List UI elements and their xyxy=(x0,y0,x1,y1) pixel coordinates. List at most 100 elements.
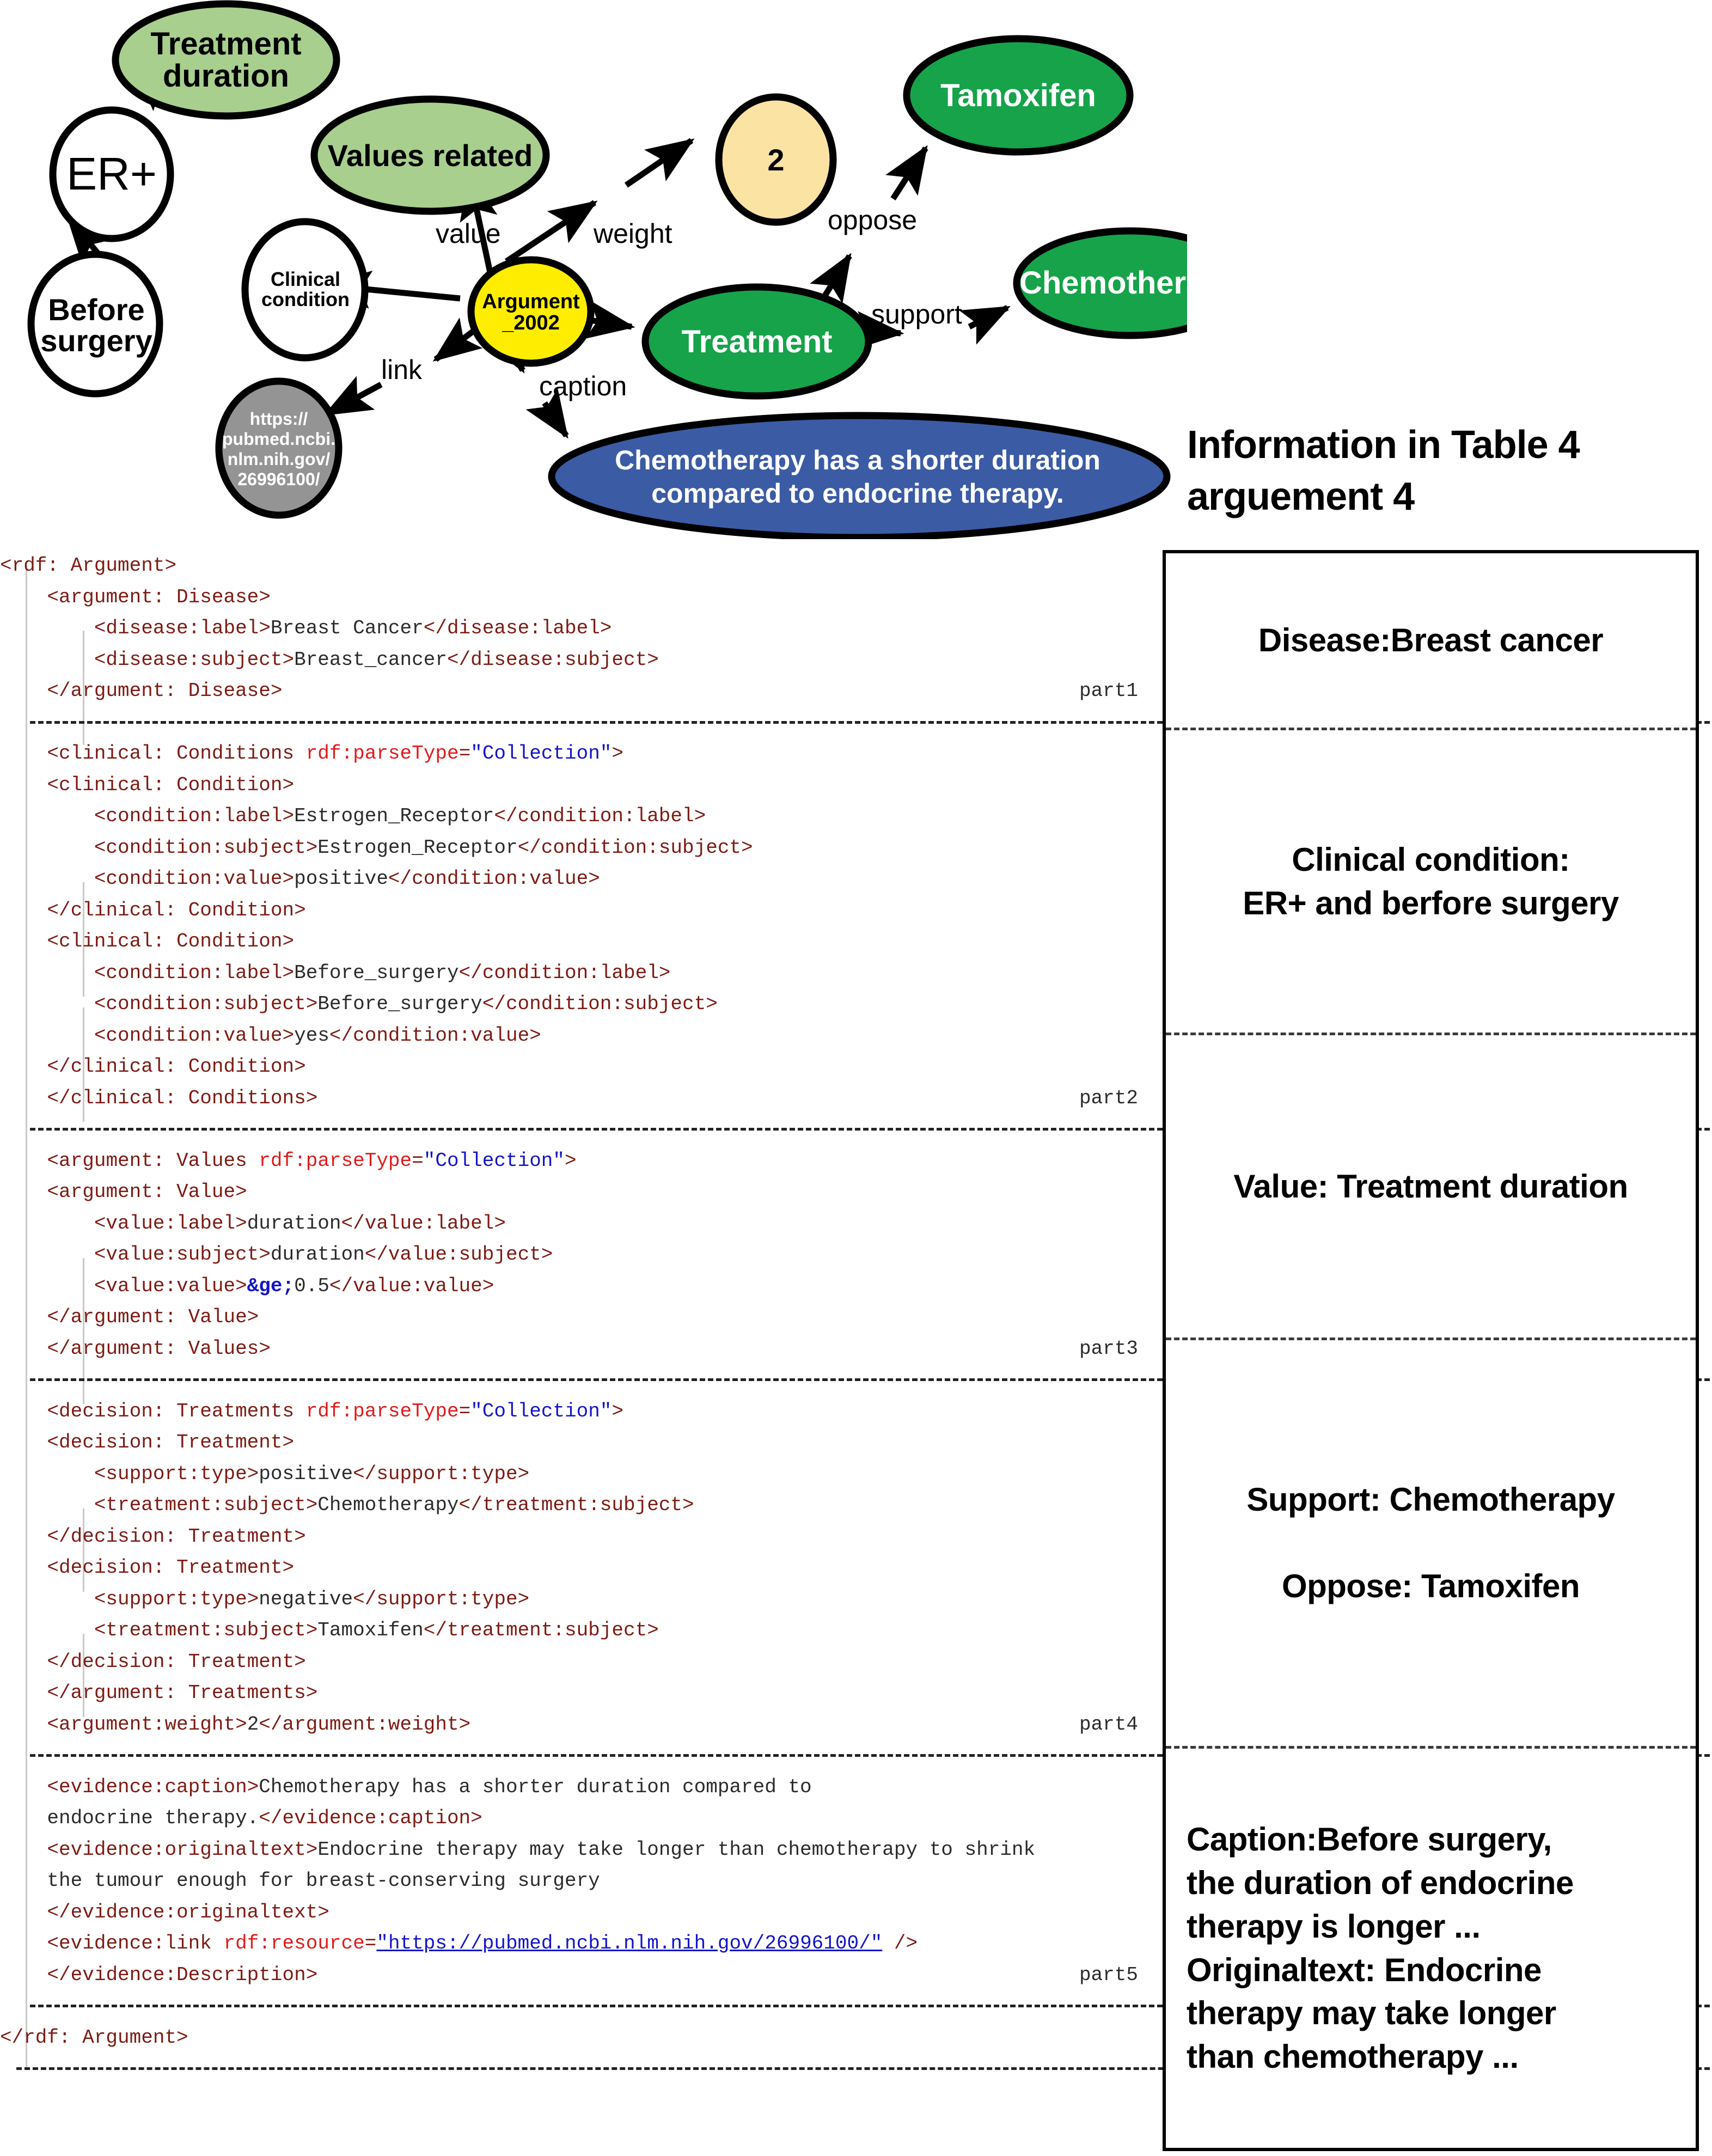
panel-row-line xyxy=(1426,1522,1435,1565)
code-line: </evidence:Description> part5 xyxy=(0,1959,1154,1991)
code-line: the tumour enough for breast-conserving … xyxy=(47,1870,600,1892)
code-section-divider xyxy=(0,1114,1710,1145)
node-before-surgery[interactable] xyxy=(27,251,163,398)
edge-label-value: value xyxy=(436,218,501,249)
node-treatment-duration[interactable] xyxy=(112,0,340,120)
code-line: <clinical: Condition> xyxy=(47,773,295,796)
code-part-label: part2 xyxy=(1079,1086,1138,1109)
graph-canvas xyxy=(27,0,1187,539)
panel-row-line: Disease:Breast cancer xyxy=(1258,622,1604,659)
code-section-divider xyxy=(0,2053,1710,2085)
code-line: <argument:weight>2</argument:weight> part… xyxy=(0,1709,1154,1740)
panel-row-line: Clinical condition: xyxy=(1292,841,1570,878)
code-line: </decision: Treatment> xyxy=(47,1525,306,1548)
panel-row-line: Value: Treatment duration xyxy=(1233,1168,1628,1205)
node-caption[interactable] xyxy=(548,412,1171,539)
panel-row-line: therapy is longer ... xyxy=(1187,1908,1481,1945)
node-pubmed-link[interactable] xyxy=(215,377,343,519)
code-line: <clinical: Conditions rdf:parseType="Col… xyxy=(47,742,624,765)
code-line: <evidence:link rdf:resource="https://pub… xyxy=(47,1932,918,1955)
code-line: endocrine therapy.</evidence:caption> xyxy=(47,1807,482,1829)
figure-title: Information in Table 4 arguement 4 xyxy=(1187,419,1704,523)
code-line: </argument: Treatments> xyxy=(47,1682,318,1704)
code-line: </argument: Value> xyxy=(47,1306,259,1328)
code-line: <evidence:originaltext>Endocrine therapy… xyxy=(47,1838,1036,1861)
code-line: <condition:value>yes</condition:value> xyxy=(94,1024,541,1047)
code-line: <rdf: Argument> xyxy=(0,554,177,577)
code-line: <argument: Value> xyxy=(47,1181,247,1203)
code-line: <decision: Treatments rdf:parseType="Col… xyxy=(47,1400,624,1422)
argument-graph: Treatment duration Values related ER+ Be… xyxy=(0,0,1240,539)
node-weight-value[interactable] xyxy=(715,93,837,226)
panel-row-line: Support: Chemotherapy xyxy=(1246,1481,1615,1518)
graph-edges xyxy=(61,64,1011,439)
code-line: <disease:label>Breast Cancer</disease:la… xyxy=(94,617,612,639)
code-line: <support:type>positive</support:type> xyxy=(94,1462,530,1485)
code-line: </evidence:originaltext> xyxy=(47,1901,329,1923)
figure-root: Treatment duration Values related ER+ Be… xyxy=(0,0,1712,2156)
panel-row-line: the duration of endocrine xyxy=(1187,1864,1574,1901)
node-tamoxifen[interactable] xyxy=(903,35,1134,156)
panel-row-line: ER+ and berfore surgery xyxy=(1243,884,1619,921)
code-line: <support:type>negative</support:type> xyxy=(94,1587,530,1610)
code-line: <treatment:subject>Tamoxifen</treatment:… xyxy=(94,1619,659,1641)
edge-label-link: link xyxy=(381,355,423,385)
node-er-plus[interactable] xyxy=(49,106,174,242)
panel-row-support_oppose: Support: Chemotherapy Oppose: Tamoxifen xyxy=(1166,1337,1696,1746)
edge-label-weight: weight xyxy=(594,218,672,249)
code-line: <value:value>&ge;0.5</value:value> xyxy=(94,1274,494,1297)
code-line: </clinical: Condition> xyxy=(47,899,306,921)
title-line-1: Information in Table 4 xyxy=(1187,423,1580,467)
code-section-divider xyxy=(0,1740,1710,1772)
edge-label-support: support xyxy=(871,299,962,329)
code-line: </argument: Values> part3 xyxy=(0,1333,1154,1365)
panel-row-line: Originaltext: Endocrine xyxy=(1187,1951,1542,1988)
node-values-related[interactable] xyxy=(310,95,550,215)
code-part-label: part5 xyxy=(1079,1963,1138,1986)
edge-label-oppose: oppose xyxy=(828,205,918,235)
rdf-xml-code-block: <rdf: Argument> <argument: Disease> <dis… xyxy=(0,550,1710,2151)
code-line: <decision: Treatment> xyxy=(47,1431,295,1453)
panel-row-line: than chemotherapy ... xyxy=(1187,2038,1519,2075)
code-line: </clinical: Condition> xyxy=(47,1055,306,1078)
panel-row-disease: Disease:Breast cancer xyxy=(1166,553,1696,728)
code-line: <decision: Treatment> xyxy=(47,1556,295,1579)
code-part-label: part1 xyxy=(1079,680,1138,702)
code-part-label: part3 xyxy=(1079,1337,1138,1360)
code-line: <disease:subject>Breast_cancer</disease:… xyxy=(94,648,659,671)
title-line-2: arguement 4 xyxy=(1187,475,1415,519)
code-section-divider xyxy=(0,707,1710,738)
code-section-divider xyxy=(0,1364,1710,1396)
panel-row-value: Value: Treatment duration xyxy=(1166,1033,1696,1337)
node-treatment[interactable] xyxy=(641,283,872,400)
panel-row-line: Caption:Before surgery, xyxy=(1187,1821,1552,1858)
code-line: <value:subject>duration</value:subject> xyxy=(94,1243,553,1266)
node-clinical-condition[interactable] xyxy=(241,218,369,362)
panel-row-line: therapy may take longer xyxy=(1187,1995,1556,2032)
code-line: <clinical: Condition> xyxy=(47,930,295,952)
graph-nodes xyxy=(27,0,1187,539)
edge-label-caption: caption xyxy=(539,371,627,401)
code-line: <condition:label>Estrogen_Receptor</cond… xyxy=(94,805,706,827)
panel-row-clinical_condition: Clinical condition: ER+ and berfore surge… xyxy=(1166,728,1696,1033)
panel-row-line: Oppose: Tamoxifen xyxy=(1281,1568,1580,1605)
code-line: <condition:value>positive</condition:val… xyxy=(94,868,600,890)
code-section-divider xyxy=(0,1990,1710,2022)
code-line: </decision: Treatment> xyxy=(47,1650,306,1673)
code-line: <condition:subject>Before_surgery</condi… xyxy=(94,993,718,1015)
code-line: <treatment:subject>Chemotherapy</treatme… xyxy=(94,1494,694,1516)
node-argument-2002[interactable] xyxy=(467,256,595,367)
node-chemotherapy[interactable] xyxy=(1013,227,1187,339)
panel-row-caption: Caption:Before surgery, the duration of e… xyxy=(1166,1746,1696,2148)
code-part-label: part4 xyxy=(1079,1713,1138,1736)
code-line: <condition:subject>Estrogen_Receptor</co… xyxy=(94,836,753,859)
code-line: </rdf: Argument> xyxy=(0,2026,188,2049)
code-line: <argument: Disease> xyxy=(47,585,271,608)
summary-table-panel: Disease:Breast cancer Clinical condition:… xyxy=(1163,550,1699,2151)
code-line: </clinical: Conditions> part2 xyxy=(0,1083,1154,1114)
code-line: <evidence:caption>Chemotherapy has a sho… xyxy=(47,1775,812,1798)
code-line: <condition:label>Before_surgery</conditi… xyxy=(94,961,671,984)
code-line: <argument: Values rdf:parseType="Collect… xyxy=(47,1149,577,1172)
code-line: <value:label>duration</value:label> xyxy=(94,1212,506,1235)
code-lines: <rdf: Argument> <argument: Disease> <dis… xyxy=(0,550,1710,2085)
